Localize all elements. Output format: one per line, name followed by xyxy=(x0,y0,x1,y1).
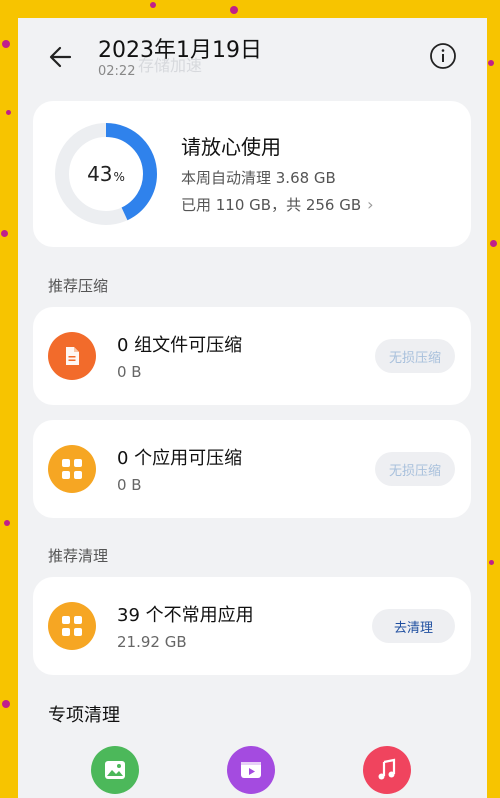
auto-clean-info: 本周自动清理 3.68 GB xyxy=(181,169,336,187)
gallery-icon[interactable] xyxy=(91,746,139,794)
chevron-right-icon: › xyxy=(367,195,374,214)
storage-used-link[interactable]: 已用 110 GB，共 256 GB › xyxy=(181,194,374,215)
storage-summary-card[interactable]: 43% 请放心使用 本周自动清理 3.68 GB 已用 110 GB，共 256… xyxy=(33,101,471,247)
compress-apps-card[interactable]: 0 个应用可压缩 0 B 无损压缩 xyxy=(33,420,471,518)
page-subtitle-time: 02:22 xyxy=(98,64,136,79)
unused-apps-size: 21.92 GB xyxy=(117,633,187,651)
background-dot xyxy=(489,560,494,565)
info-icon xyxy=(430,43,456,69)
background-dot xyxy=(488,60,494,66)
section-title-special-clean: 专项清理 xyxy=(48,705,120,726)
compress-apps-title: 0 个应用可压缩 xyxy=(117,448,243,469)
lossless-compress-button[interactable]: 无损压缩 xyxy=(374,339,455,373)
compress-files-title: 0 组文件可压缩 xyxy=(117,335,243,356)
background-dot xyxy=(150,2,156,8)
background-dot xyxy=(490,240,497,247)
background-dot xyxy=(1,230,8,237)
usage-percent-value: 43 xyxy=(87,162,113,186)
section-label-compress: 推荐压缩 xyxy=(48,277,109,295)
back-arrow-icon xyxy=(49,46,72,68)
section-label-clean: 推荐清理 xyxy=(48,547,109,565)
page-title-date: 2023年1月19日 xyxy=(98,38,262,63)
document-icon xyxy=(48,332,96,380)
go-clean-button[interactable]: 去清理 xyxy=(371,609,455,643)
storage-used-text: 已用 110 GB，共 256 GB xyxy=(181,196,362,214)
background-dot xyxy=(230,6,238,14)
background-dot xyxy=(6,110,11,115)
unused-apps-card[interactable]: 39 个不常用应用 21.92 GB 去清理 xyxy=(33,577,471,675)
storage-status-title: 请放心使用 xyxy=(181,135,281,159)
music-icon[interactable] xyxy=(363,746,411,794)
compress-apps-size: 0 B xyxy=(117,476,142,494)
info-button[interactable] xyxy=(429,42,457,70)
background-dot xyxy=(4,520,10,526)
apps-grid-icon xyxy=(48,445,96,493)
usage-percent: 43% xyxy=(53,121,159,227)
apps-grid-icon xyxy=(48,602,96,650)
usage-percent-unit: % xyxy=(113,170,125,184)
video-icon[interactable] xyxy=(227,746,275,794)
back-button[interactable] xyxy=(46,42,76,72)
lossless-compress-button[interactable]: 无损压缩 xyxy=(374,452,455,486)
phone-screen: 存储加速 2023年1月19日 02:22 43% 请放心使用 本周自动清理 3… xyxy=(18,18,487,798)
background-dot xyxy=(2,700,10,708)
unused-apps-title: 39 个不常用应用 xyxy=(117,605,254,626)
compress-files-card[interactable]: 0 组文件可压缩 0 B 无损压缩 xyxy=(33,307,471,405)
compress-files-size: 0 B xyxy=(117,363,142,381)
background-dot xyxy=(2,40,10,48)
header: 存储加速 2023年1月19日 02:22 xyxy=(18,18,487,98)
